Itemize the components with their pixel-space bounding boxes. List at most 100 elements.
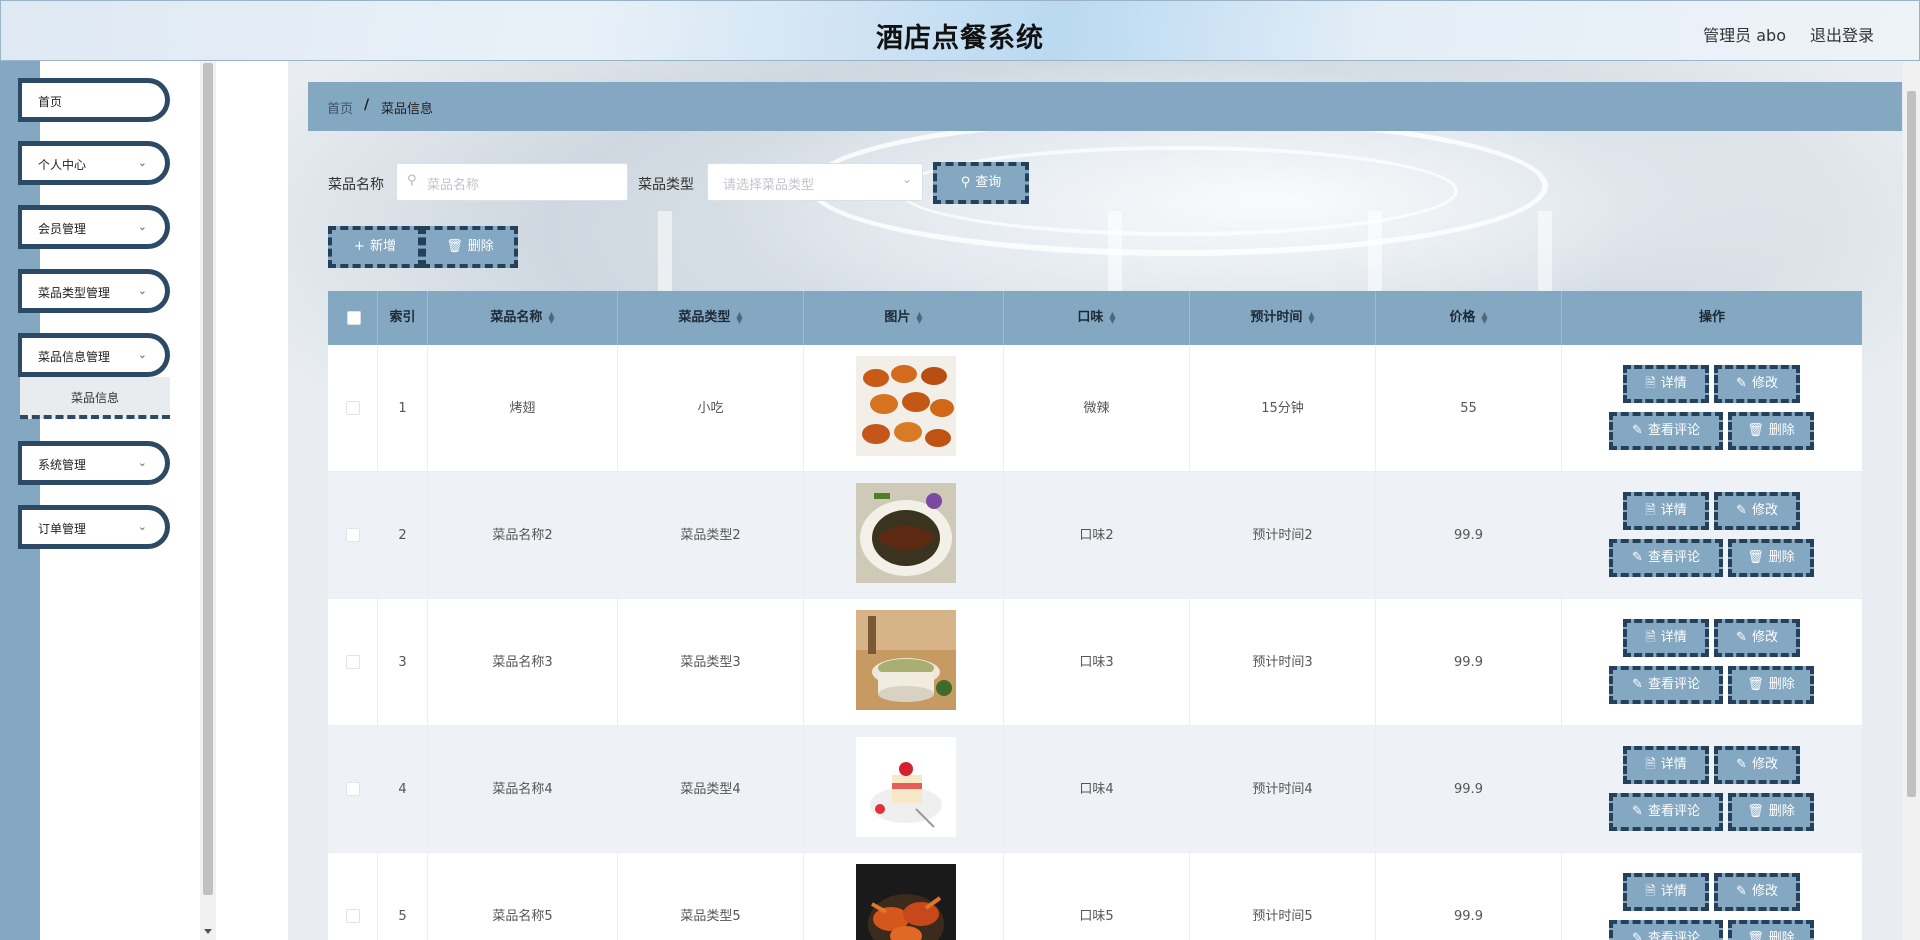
batch-delete-button[interactable]: 🗑 删除 — [422, 226, 518, 268]
row-checkbox[interactable] — [346, 528, 360, 542]
cell-taste: 口味5 — [1004, 853, 1190, 940]
sidebar-item-system-management[interactable]: 系统管理 ⌄ — [18, 441, 170, 485]
trash-icon: 🗑 — [1747, 931, 1764, 940]
sort-icon[interactable]: ▲ ▼ — [1308, 310, 1314, 324]
add-button[interactable]: + 新增 — [328, 226, 422, 268]
query-button-label: 查询 — [975, 175, 1002, 190]
column-header-dish-name[interactable]: 菜品名称 ▲ ▼ — [428, 291, 618, 345]
sort-icon[interactable]: ▲ ▼ — [916, 310, 922, 324]
delete-button[interactable]: 🗑 删除 — [1728, 920, 1814, 940]
plus-icon: + — [354, 239, 365, 254]
row-select-cell — [328, 853, 378, 940]
detail-button[interactable]: 🗎 详情 — [1623, 492, 1709, 530]
dish-name-input[interactable]: ⚲ 菜品名称 — [396, 163, 628, 201]
edit-button[interactable]: ✎ 修改 — [1714, 492, 1800, 530]
delete-button[interactable]: 🗑 删除 — [1728, 539, 1814, 577]
dish-image[interactable] — [856, 864, 956, 940]
row-checkbox[interactable] — [346, 401, 360, 415]
view-comments-button[interactable]: ✎ 查看评论 — [1609, 412, 1723, 450]
cell-taste: 微辣 — [1004, 345, 1190, 472]
column-header-taste[interactable]: 口味 ▲ ▼ — [1004, 291, 1190, 345]
cell-dish-name: 菜品名称3 — [428, 599, 618, 726]
table-row: 2 菜品名称2 菜品类型2 口味2 预计时间2 99.9 🗎 详情 ✎ 修改 ✎ 查看评论 🗑 删除 — [328, 472, 1862, 599]
sidebar-scroll-thumb[interactable] — [203, 63, 213, 895]
table-row: 1 烤翅 小吃 微辣 15分钟 55 🗎 详情 ✎ 修改 ✎ 查看评论 🗑 删除 — [328, 345, 1862, 472]
detail-button[interactable]: 🗎 详情 — [1623, 619, 1709, 657]
breadcrumb-separator: / — [364, 97, 370, 113]
dish-image[interactable] — [856, 737, 956, 837]
sort-icon[interactable]: ▲ ▼ — [1109, 310, 1115, 324]
sidebar-strip — [0, 61, 40, 940]
sidebar-item-order-management[interactable]: 订单管理 ⌄ — [18, 505, 170, 549]
row-checkbox[interactable] — [346, 655, 360, 669]
cell-price: 99.9 — [1376, 726, 1562, 853]
dish-type-select[interactable]: 请选择菜品类型 ⌄ — [707, 163, 923, 201]
delete-button[interactable]: 🗑 删除 — [1728, 793, 1814, 831]
sort-icon[interactable]: ▲ ▼ — [548, 310, 554, 324]
app-title: 酒店点餐系统 — [876, 23, 1044, 54]
row-checkbox[interactable] — [346, 909, 360, 923]
view-comments-button[interactable]: ✎ 查看评论 — [1609, 793, 1723, 831]
sidebar-item-personal-center[interactable]: 个人中心 ⌄ — [18, 141, 170, 185]
cell-estimated-time: 预计时间4 — [1190, 726, 1376, 853]
cell-dish-name: 菜品名称4 — [428, 726, 618, 853]
sidebar-item-dish-type-management[interactable]: 菜品类型管理 ⌄ — [18, 269, 170, 313]
sort-icon[interactable]: ▲ ▼ — [736, 310, 742, 324]
column-header-image[interactable]: 图片 ▲ ▼ — [804, 291, 1004, 345]
chevron-down-icon: ⌄ — [137, 456, 147, 469]
cell-image — [804, 726, 1004, 853]
pencil-icon: ✎ — [1736, 757, 1747, 772]
document-icon: 🗎 — [1645, 503, 1656, 518]
batch-delete-button-label: 删除 — [467, 239, 494, 254]
cell-dish-type: 菜品类型5 — [618, 853, 804, 940]
scroll-down-arrow-icon[interactable] — [204, 929, 212, 934]
edit-button[interactable]: ✎ 修改 — [1714, 365, 1800, 403]
main-scrollbar[interactable] — [1903, 61, 1920, 940]
sidebar-item-dish-info-management[interactable]: 菜品信息管理 ⌄ — [18, 333, 170, 377]
column-header-index: 索引 — [378, 291, 428, 345]
dish-image[interactable] — [856, 483, 956, 583]
detail-button[interactable]: 🗎 详情 — [1623, 365, 1709, 403]
sidebar-subitem-dish-info[interactable]: 菜品信息 — [20, 377, 170, 419]
main-scroll-thumb[interactable] — [1907, 91, 1916, 797]
trash-icon: 🗑 — [446, 239, 463, 254]
column-header-dish-type[interactable]: 菜品类型 ▲ ▼ — [618, 291, 804, 345]
table-row: 4 菜品名称4 菜品类型4 口味4 预计时间4 99.9 🗎 详情 ✎ 修改 ✎ 查看评论 🗑 删除 — [328, 726, 1862, 853]
dish-image[interactable] — [856, 610, 956, 710]
cell-actions: 🗎 详情 ✎ 修改 ✎ 查看评论 🗑 删除 — [1562, 853, 1862, 940]
column-header-actions: 操作 — [1698, 310, 1725, 325]
logout-link[interactable]: 退出登录 — [1810, 22, 1874, 46]
detail-button[interactable]: 🗎 详情 — [1623, 873, 1709, 911]
dish-image[interactable] — [856, 356, 956, 456]
sort-icon[interactable]: ▲ ▼ — [1481, 310, 1487, 324]
row-checkbox[interactable] — [346, 782, 360, 796]
select-all-checkbox[interactable] — [347, 311, 361, 325]
cell-index: 4 — [378, 726, 428, 853]
cell-price: 55 — [1376, 345, 1562, 472]
sidebar-item-home[interactable]: 首页 — [18, 78, 170, 122]
cell-image — [804, 599, 1004, 726]
detail-button[interactable]: 🗎 详情 — [1623, 746, 1709, 784]
column-header-estimated-time[interactable]: 预计时间 ▲ ▼ — [1190, 291, 1376, 345]
edit-button[interactable]: ✎ 修改 — [1714, 746, 1800, 784]
sidebar-scrollbar[interactable] — [200, 61, 216, 940]
delete-button[interactable]: 🗑 删除 — [1728, 666, 1814, 704]
view-comments-button[interactable]: ✎ 查看评论 — [1609, 920, 1723, 940]
dish-type-placeholder: 请选择菜品类型 — [723, 178, 815, 193]
cell-estimated-time: 预计时间2 — [1190, 472, 1376, 599]
row-select-cell — [328, 472, 378, 599]
column-header-price[interactable]: 价格 ▲ ▼ — [1376, 291, 1562, 345]
view-comments-button[interactable]: ✎ 查看评论 — [1609, 539, 1723, 577]
edit-button[interactable]: ✎ 修改 — [1714, 873, 1800, 911]
edit-button[interactable]: ✎ 修改 — [1714, 619, 1800, 657]
cell-dish-name: 菜品名称2 — [428, 472, 618, 599]
cell-index: 5 — [378, 853, 428, 940]
breadcrumb-home[interactable]: 首页 — [327, 98, 353, 117]
view-comments-button[interactable]: ✎ 查看评论 — [1609, 666, 1723, 704]
sidebar-item-label: 系统管理 — [38, 458, 87, 472]
sidebar-item-member-management[interactable]: 会员管理 ⌄ — [18, 205, 170, 249]
breadcrumb-current: 菜品信息 — [381, 102, 434, 117]
delete-button[interactable]: 🗑 删除 — [1728, 412, 1814, 450]
cell-dish-type: 菜品类型4 — [618, 726, 804, 853]
query-button[interactable]: ⚲ 查询 — [933, 162, 1029, 204]
